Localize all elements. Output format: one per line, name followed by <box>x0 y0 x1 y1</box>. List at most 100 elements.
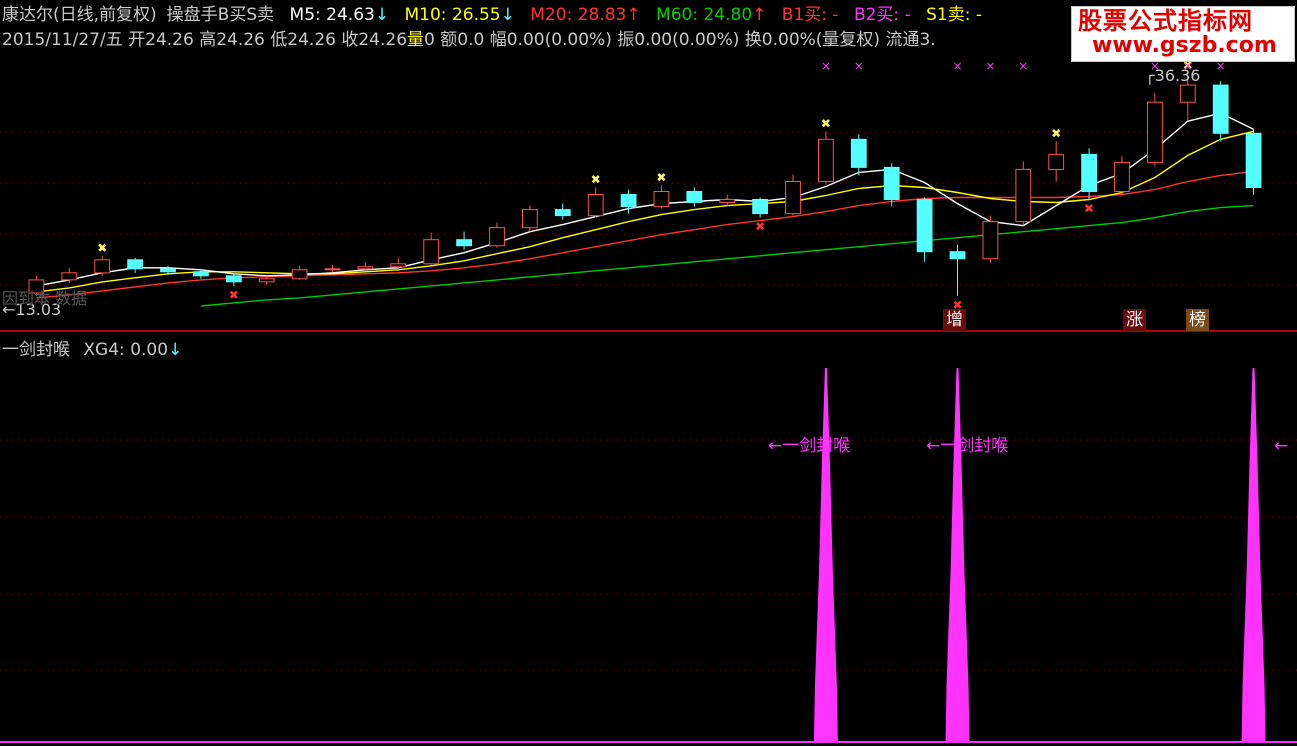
candle-body[interactable] <box>1081 153 1097 192</box>
header-line-2: 2015/11/27/五 开24.26 高24.26 低24.26 收24.26… <box>2 28 936 52</box>
candle-body[interactable] <box>554 209 571 217</box>
candle-body[interactable] <box>719 199 736 203</box>
bar-amplitude: 幅0.00(0.00%) <box>489 30 612 50</box>
faded-caption: 因到本 数据 <box>2 289 88 308</box>
watermark-logo: 股票公式指标网 www.gszb.com <box>1071 6 1295 62</box>
candle-body[interactable] <box>127 259 143 270</box>
m10-value: 26.55 <box>451 5 501 25</box>
top-signal-marker-icon: × <box>854 59 864 73</box>
candle-body[interactable] <box>489 227 505 247</box>
m5-arrow-icon: ↓ <box>374 5 390 25</box>
top-signal-marker-icon: × <box>952 59 962 73</box>
candle-body[interactable] <box>752 199 769 215</box>
indicator-grid <box>0 439 1297 671</box>
m5-value: 24.63 <box>326 5 375 25</box>
candle-body[interactable] <box>653 191 670 208</box>
m10-arrow-icon: ↓ <box>500 5 515 25</box>
price-grid <box>0 131 1297 286</box>
header-line-1: 康达尔(日线,前复权) 操盘手B买S卖 M5: 24.63↓ M10: 26.55… <box>2 3 982 27</box>
signal-annotation-2: ←一剑封喉 <box>926 436 1009 456</box>
bar-turnover: 换0.00%(量复权) <box>744 30 881 50</box>
m20-line <box>36 170 1254 299</box>
candle-body[interactable] <box>818 138 834 183</box>
candle-body[interactable] <box>324 268 341 271</box>
m5-line <box>36 112 1254 287</box>
bar-date: 2015/11/27/五 <box>2 30 123 50</box>
m60-label: M60: <box>656 5 699 25</box>
peak-marker-icon: ✖ <box>591 172 601 186</box>
candle-body[interactable] <box>686 191 703 203</box>
indicator-title[interactable]: 一剑封喉 <box>2 340 70 360</box>
candle-body[interactable] <box>1048 153 1065 170</box>
badge-zhang[interactable]: 涨 <box>1123 309 1146 331</box>
candle-body[interactable] <box>291 269 308 280</box>
candle-body[interactable] <box>949 251 966 260</box>
candle-body[interactable] <box>357 266 374 270</box>
xg4-arrow-icon: ↓ <box>168 340 183 360</box>
stock-name[interactable]: 康达尔(日线,前复权) <box>2 5 157 25</box>
m60-line <box>200 204 1254 307</box>
candle-body[interactable] <box>785 181 801 215</box>
candle-body[interactable] <box>916 199 933 253</box>
candle-body[interactable] <box>61 272 78 281</box>
b2-readout: B2买: - <box>853 5 911 25</box>
candle-body[interactable] <box>1212 84 1229 134</box>
high-price-label: ┌36.36 <box>1145 66 1201 85</box>
badge-zeng[interactable]: 增 <box>943 309 966 331</box>
candle-body[interactable] <box>456 239 473 247</box>
peak-marker-icon: ✖ <box>1051 126 1061 140</box>
bar-amount: 额0.0 <box>440 30 485 50</box>
candle-body[interactable] <box>258 278 275 283</box>
candle-body[interactable] <box>620 194 637 207</box>
peak-marker-icon: ✖ <box>821 116 831 130</box>
signal-annotation-1: ←一剑封喉 <box>768 436 851 456</box>
signal-bar[interactable] <box>813 368 838 742</box>
m20-arrow-icon: ↑ <box>626 5 641 25</box>
m60-arrow-icon: ↑ <box>752 5 767 25</box>
top-signal-marker-icon: × <box>985 59 995 73</box>
m20-label: M20: <box>530 5 573 25</box>
candle-body[interactable] <box>193 271 209 277</box>
m10-line <box>36 130 1254 293</box>
candle-body[interactable] <box>225 275 242 283</box>
signal-annotation-3-arrow-icon: ← <box>1274 436 1289 456</box>
candle-body[interactable] <box>850 138 867 168</box>
xg4-label: XG4: <box>83 340 125 360</box>
bar-open: 开24.26 <box>128 30 194 50</box>
bar-float: 流通3. <box>885 30 936 50</box>
trough-marker-icon: ✖ <box>755 220 765 234</box>
m60-value: 24.80 <box>703 5 753 25</box>
candle-body[interactable] <box>1114 161 1130 192</box>
candle-body[interactable] <box>982 221 999 260</box>
indicator-name[interactable]: 操盘手B买S卖 <box>167 5 274 25</box>
peak-marker-icon: ✖ <box>97 241 107 255</box>
candle-body[interactable] <box>94 259 111 274</box>
candlesticks <box>28 73 1262 296</box>
top-signal-marker-icon: × <box>821 59 831 73</box>
candle-body[interactable] <box>390 263 407 268</box>
m20-value: 28.83 <box>577 5 627 25</box>
volume-label: 量 <box>407 30 425 50</box>
signal-bar[interactable] <box>945 368 970 742</box>
top-signal-marker-icon: × <box>1018 59 1028 73</box>
indicator-title-line: 一剑封喉 XG4: 0.00↓ <box>2 339 182 361</box>
candle-body[interactable] <box>1179 84 1196 103</box>
bar-swing: 振0.00(0.00%) <box>617 30 740 50</box>
volume-value: 0 <box>424 30 435 50</box>
candle-body[interactable] <box>1245 132 1262 189</box>
peak-marker-icon: ✖ <box>656 170 666 184</box>
candle-body[interactable] <box>522 209 538 229</box>
signal-bar[interactable] <box>1241 368 1266 742</box>
xg4-value: 0.00 <box>130 340 169 360</box>
candle-body[interactable] <box>423 239 440 265</box>
candle-body[interactable] <box>160 268 176 273</box>
candle-body[interactable] <box>1147 101 1163 163</box>
bar-high: 高24.26 <box>199 30 265 50</box>
bar-low: 低24.26 <box>270 30 336 50</box>
candle-body[interactable] <box>1015 168 1032 223</box>
candle-body[interactable] <box>587 194 604 217</box>
trough-marker-icon: ✖ <box>1084 202 1094 216</box>
badge-bang[interactable]: 榜 <box>1186 309 1209 331</box>
candle-body[interactable] <box>883 166 900 200</box>
trough-marker-icon: ✖ <box>229 288 239 302</box>
